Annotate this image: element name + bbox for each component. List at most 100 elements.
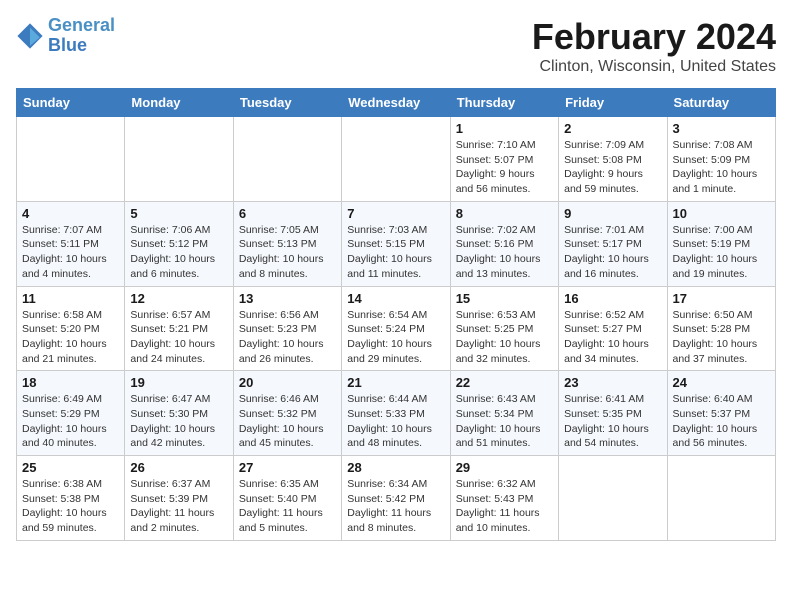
day-info: Sunrise: 6:34 AM Sunset: 5:42 PM Dayligh…	[347, 477, 444, 536]
weekday-header-tuesday: Tuesday	[233, 89, 341, 117]
weekday-header-thursday: Thursday	[450, 89, 558, 117]
day-number: 12	[130, 291, 227, 306]
calendar-week-2: 4 Sunrise: 7:07 AM Sunset: 5:11 PM Daylig…	[17, 201, 776, 286]
calendar-cell: 28 Sunrise: 6:34 AM Sunset: 5:42 PM Dayli…	[342, 456, 450, 541]
weekday-header-monday: Monday	[125, 89, 233, 117]
calendar-cell: 26 Sunrise: 6:37 AM Sunset: 5:39 PM Dayli…	[125, 456, 233, 541]
logo: General Blue	[16, 16, 115, 56]
day-number: 27	[239, 460, 336, 475]
calendar-cell: 29 Sunrise: 6:32 AM Sunset: 5:43 PM Dayli…	[450, 456, 558, 541]
day-info: Sunrise: 6:41 AM Sunset: 5:35 PM Dayligh…	[564, 392, 661, 451]
day-number: 26	[130, 460, 227, 475]
calendar-week-3: 11 Sunrise: 6:58 AM Sunset: 5:20 PM Dayli…	[17, 286, 776, 371]
calendar-cell	[17, 117, 125, 202]
weekday-header-wednesday: Wednesday	[342, 89, 450, 117]
calendar-cell: 23 Sunrise: 6:41 AM Sunset: 5:35 PM Dayli…	[559, 371, 667, 456]
calendar-cell: 24Sunrise: 6:40 AM Sunset: 5:37 PM Dayli…	[667, 371, 775, 456]
calendar-cell: 5 Sunrise: 7:06 AM Sunset: 5:12 PM Daylig…	[125, 201, 233, 286]
day-info: Sunrise: 6:38 AM Sunset: 5:38 PM Dayligh…	[22, 477, 119, 536]
day-number: 15	[456, 291, 553, 306]
day-number: 2	[564, 121, 661, 136]
day-info: Sunrise: 6:32 AM Sunset: 5:43 PM Dayligh…	[456, 477, 553, 536]
day-info: Sunrise: 6:43 AM Sunset: 5:34 PM Dayligh…	[456, 392, 553, 451]
day-number: 25	[22, 460, 119, 475]
calendar-cell: 14 Sunrise: 6:54 AM Sunset: 5:24 PM Dayli…	[342, 286, 450, 371]
day-info: Sunrise: 6:57 AM Sunset: 5:21 PM Dayligh…	[130, 308, 227, 367]
month-title: February 2024	[532, 16, 776, 58]
calendar-cell: 15 Sunrise: 6:53 AM Sunset: 5:25 PM Dayli…	[450, 286, 558, 371]
header: General Blue February 2024 Clinton, Wisc…	[16, 16, 776, 76]
day-number: 18	[22, 375, 119, 390]
calendar-cell: 19 Sunrise: 6:47 AM Sunset: 5:30 PM Dayli…	[125, 371, 233, 456]
title-area: February 2024 Clinton, Wisconsin, United…	[532, 16, 776, 76]
day-info: Sunrise: 6:46 AM Sunset: 5:32 PM Dayligh…	[239, 392, 336, 451]
day-number: 13	[239, 291, 336, 306]
day-info: Sunrise: 7:02 AM Sunset: 5:16 PM Dayligh…	[456, 223, 553, 282]
weekday-header-friday: Friday	[559, 89, 667, 117]
day-info: Sunrise: 6:54 AM Sunset: 5:24 PM Dayligh…	[347, 308, 444, 367]
day-info: Sunrise: 6:58 AM Sunset: 5:20 PM Dayligh…	[22, 308, 119, 367]
day-number: 8	[456, 206, 553, 221]
day-info: Sunrise: 7:03 AM Sunset: 5:15 PM Dayligh…	[347, 223, 444, 282]
day-info: Sunrise: 6:37 AM Sunset: 5:39 PM Dayligh…	[130, 477, 227, 536]
calendar-cell: 18 Sunrise: 6:49 AM Sunset: 5:29 PM Dayli…	[17, 371, 125, 456]
calendar-cell: 3Sunrise: 7:08 AM Sunset: 5:09 PM Daylig…	[667, 117, 775, 202]
calendar-week-4: 18 Sunrise: 6:49 AM Sunset: 5:29 PM Dayli…	[17, 371, 776, 456]
logo-icon	[16, 22, 44, 50]
day-info: Sunrise: 7:06 AM Sunset: 5:12 PM Dayligh…	[130, 223, 227, 282]
calendar-cell: 21 Sunrise: 6:44 AM Sunset: 5:33 PM Dayli…	[342, 371, 450, 456]
day-number: 17	[673, 291, 770, 306]
calendar-cell: 12 Sunrise: 6:57 AM Sunset: 5:21 PM Dayli…	[125, 286, 233, 371]
calendar-cell: 9Sunrise: 7:01 AM Sunset: 5:17 PM Daylig…	[559, 201, 667, 286]
day-number: 21	[347, 375, 444, 390]
day-number: 10	[673, 206, 770, 221]
day-info: Sunrise: 6:53 AM Sunset: 5:25 PM Dayligh…	[456, 308, 553, 367]
calendar-cell: 7Sunrise: 7:03 AM Sunset: 5:15 PM Daylig…	[342, 201, 450, 286]
calendar-cell: 16 Sunrise: 6:52 AM Sunset: 5:27 PM Dayli…	[559, 286, 667, 371]
day-number: 19	[130, 375, 227, 390]
day-number: 28	[347, 460, 444, 475]
day-number: 4	[22, 206, 119, 221]
day-number: 22	[456, 375, 553, 390]
calendar-cell: 4 Sunrise: 7:07 AM Sunset: 5:11 PM Daylig…	[17, 201, 125, 286]
day-info: Sunrise: 7:01 AM Sunset: 5:17 PM Dayligh…	[564, 223, 661, 282]
calendar-cell: 25 Sunrise: 6:38 AM Sunset: 5:38 PM Dayli…	[17, 456, 125, 541]
day-info: Sunrise: 7:07 AM Sunset: 5:11 PM Dayligh…	[22, 223, 119, 282]
day-info: Sunrise: 6:56 AM Sunset: 5:23 PM Dayligh…	[239, 308, 336, 367]
calendar-cell: 22 Sunrise: 6:43 AM Sunset: 5:34 PM Dayli…	[450, 371, 558, 456]
day-info: Sunrise: 6:49 AM Sunset: 5:29 PM Dayligh…	[22, 392, 119, 451]
day-number: 5	[130, 206, 227, 221]
calendar-cell	[233, 117, 341, 202]
day-number: 1	[456, 121, 553, 136]
day-info: Sunrise: 6:44 AM Sunset: 5:33 PM Dayligh…	[347, 392, 444, 451]
weekday-header-saturday: Saturday	[667, 89, 775, 117]
location-title: Clinton, Wisconsin, United States	[532, 58, 776, 76]
day-number: 29	[456, 460, 553, 475]
weekday-header-sunday: Sunday	[17, 89, 125, 117]
day-info: Sunrise: 7:00 AM Sunset: 5:19 PM Dayligh…	[673, 223, 770, 282]
calendar-cell: 1 Sunrise: 7:10 AM Sunset: 5:07 PM Daylig…	[450, 117, 558, 202]
calendar-cell: 2 Sunrise: 7:09 AM Sunset: 5:08 PM Daylig…	[559, 117, 667, 202]
calendar-cell: 6Sunrise: 7:05 AM Sunset: 5:13 PM Daylig…	[233, 201, 341, 286]
day-number: 3	[673, 121, 770, 136]
day-number: 23	[564, 375, 661, 390]
day-number: 11	[22, 291, 119, 306]
day-number: 6	[239, 206, 336, 221]
day-info: Sunrise: 7:09 AM Sunset: 5:08 PM Dayligh…	[564, 138, 661, 197]
calendar-cell	[559, 456, 667, 541]
day-number: 14	[347, 291, 444, 306]
day-number: 16	[564, 291, 661, 306]
day-info: Sunrise: 7:10 AM Sunset: 5:07 PM Dayligh…	[456, 138, 553, 197]
day-info: Sunrise: 6:47 AM Sunset: 5:30 PM Dayligh…	[130, 392, 227, 451]
calendar-cell: 10 Sunrise: 7:00 AM Sunset: 5:19 PM Dayli…	[667, 201, 775, 286]
day-info: Sunrise: 6:52 AM Sunset: 5:27 PM Dayligh…	[564, 308, 661, 367]
day-info: Sunrise: 6:50 AM Sunset: 5:28 PM Dayligh…	[673, 308, 770, 367]
calendar-cell: 8 Sunrise: 7:02 AM Sunset: 5:16 PM Daylig…	[450, 201, 558, 286]
calendar-cell	[667, 456, 775, 541]
calendar-cell: 17 Sunrise: 6:50 AM Sunset: 5:28 PM Dayli…	[667, 286, 775, 371]
calendar-cell: 20 Sunrise: 6:46 AM Sunset: 5:32 PM Dayli…	[233, 371, 341, 456]
day-number: 20	[239, 375, 336, 390]
calendar-week-5: 25 Sunrise: 6:38 AM Sunset: 5:38 PM Dayli…	[17, 456, 776, 541]
calendar-week-1: 1 Sunrise: 7:10 AM Sunset: 5:07 PM Daylig…	[17, 117, 776, 202]
calendar-cell: 11 Sunrise: 6:58 AM Sunset: 5:20 PM Dayli…	[17, 286, 125, 371]
